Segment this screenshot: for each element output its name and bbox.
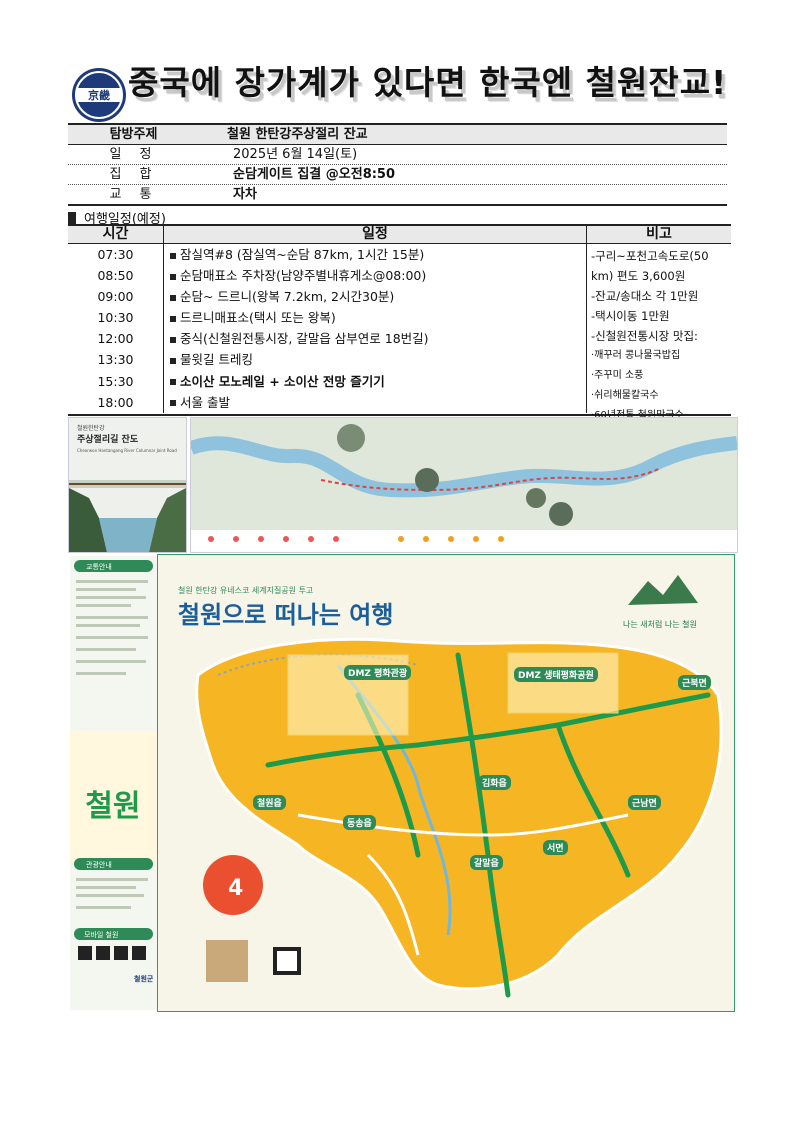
svg-text:철원: 철원: [85, 789, 140, 824]
time-cell: 18:00: [97, 394, 134, 410]
info-row-transport: 교통 자차: [68, 185, 727, 206]
schedule-item: 순담매표소 주차장(남양주별내휴게소@08:00): [164, 265, 586, 286]
bullet-square-icon: [170, 357, 176, 364]
note-line: ·주꾸미 소풍: [591, 370, 644, 381]
schedule-item-text: 드르니매표소(택시 또는 왕복): [180, 310, 336, 326]
info-row-date: 일정 2025년 6월 14일(토): [68, 145, 727, 165]
page-title: 중국에 장가계가 있다면 한국엔 철원잔교!: [128, 63, 728, 102]
schedule-column: 잠실역#8 (잠실역~순담 87km, 1시간 15분) 순담매표소 주차장(남…: [164, 244, 587, 413]
schedule-item-text: 잠실역#8 (잠실역~순담 87km, 1시간 15분): [180, 247, 425, 262]
schedule-header-row: 시간 일정 비고: [68, 226, 731, 244]
note-line: ·깨꾸러 콩나물국밥집: [591, 350, 681, 361]
note-line: km) 편도 3,600원: [591, 269, 686, 283]
map-region-label: 철원읍: [253, 795, 286, 810]
svg-text:4: 4: [228, 876, 243, 901]
svg-text:철원 한탄강 유네스코 세계지질공원 투고: 철원 한탄강 유네스코 세계지질공원 투고: [178, 585, 313, 595]
header-time: 시간: [68, 226, 164, 243]
cliff-illustration-icon: 철원한탄강 주상절리길 잔도 Cheorwon Hantangang River…: [69, 418, 186, 552]
info-row-theme: 탐방주제 철원 한탄강주상절리 잔교: [68, 123, 727, 145]
info-label: 교통: [109, 187, 170, 202]
info-value: 순담게이트 집결 @오전8:50: [233, 167, 396, 182]
info-label: 일정: [109, 147, 170, 162]
time-cell: 09:00: [97, 289, 134, 305]
schedule-body: 07:30 08:50 09:00 10:30 12:00 13:30 15:3…: [68, 244, 731, 421]
svg-text:철원군: 철원군: [134, 974, 154, 983]
bullet-square-icon: [170, 273, 176, 280]
map-region-label: 서면: [543, 840, 568, 855]
schedule-item-text: 중식(신철원전통시장, 갈말읍 삼부연로 18번길): [180, 331, 429, 347]
time-cell: 15:30: [97, 373, 134, 389]
note-line: -구리~포천고속도로(50: [591, 249, 709, 263]
bullet-square-icon: [170, 294, 176, 301]
note-line: -택시이동 1만원: [591, 309, 670, 323]
svg-text:모바일 철원: 모바일 철원: [84, 930, 118, 939]
info-value: 2025년 6월 14일(토): [233, 147, 358, 162]
map-region-label: 동송읍: [343, 815, 376, 830]
schedule-item: 물윗길 트레킹: [164, 349, 586, 370]
info-label: 집합: [109, 167, 170, 182]
map-region-label: 근남면: [628, 795, 661, 810]
schedule-item: 잠실역#8 (잠실역~순담 87km, 1시간 15분): [164, 244, 586, 265]
header-notes: 비고: [646, 226, 672, 242]
schedule-item-text: 소이산 모노레일 + 소이산 전망 즐기기: [180, 373, 385, 389]
note-line: -신철원전통시장 맛집:: [591, 329, 698, 343]
schedule-item-text: 순담매표소 주차장(남양주별내휴게소@08:00): [180, 268, 427, 284]
schedule-item-text: 서울 출발: [180, 394, 230, 410]
info-value: 철원 한탄강주상절리 잔교: [227, 127, 368, 142]
map-region-label: 김화읍: [478, 775, 511, 790]
note-line: -잔교/송대소 각 1만원: [591, 289, 699, 303]
trip-info-table: 탐방주제 철원 한탄강주상절리 잔교 일정 2025년 6월 14일(토) 집합…: [68, 123, 727, 206]
svg-text:관광안내: 관광안내: [86, 860, 112, 869]
cliff-road-route-map: [190, 417, 738, 553]
svg-text:Cheorwon Hantangang River Colu: Cheorwon Hantangang River Columnar Joint…: [77, 448, 177, 453]
svg-text:주상절리길 잔도: 주상절리길 잔도: [77, 433, 139, 445]
map-region-label: 근북면: [678, 675, 711, 690]
svg-text:京畿: 京畿: [88, 88, 110, 102]
schedule-item-text: 순담~ 드르니(왕복 7.2km, 2시간30분): [180, 289, 395, 305]
bullet-square-icon: [170, 336, 176, 343]
svg-text:철원한탄강: 철원한탄강: [77, 424, 105, 432]
cheorwon-region-map-icon: 철원 한탄강 유네스코 세계지질공원 투고 철원으로 떠나는 여행 나는 새처럼…: [158, 555, 734, 1011]
bullet-square-icon: [170, 252, 176, 259]
info-value: 자차: [233, 187, 257, 202]
svg-text:나는 새처럼 나는 철원: 나는 새처럼 나는 철원: [623, 619, 697, 629]
bullet-square-icon: [68, 211, 76, 224]
tourism-guide-strip: 교통안내 철원 관광안내 모바일 철원 철원군: [70, 556, 157, 1010]
schedule-item: 소이산 모노레일 + 소이산 전망 즐기기: [164, 371, 586, 392]
info-label: 탐방주제: [109, 127, 158, 142]
bullet-square-icon: [170, 315, 176, 322]
map-region-label: DMZ 평화관광: [344, 665, 412, 680]
time-cell: 08:50: [97, 268, 134, 284]
notes-column: -구리~포천고속도로(50 km) 편도 3,600원 -잔교/송대소 각 1만…: [587, 244, 731, 421]
info-row-meeting: 집합 순담게이트 집결 @오전8:50: [68, 165, 727, 185]
svg-text:교통안내: 교통안내: [86, 562, 112, 571]
schedule-table: 시간 일정 비고 07:30 08:50 09:00 10:30 12:00 1…: [68, 224, 731, 421]
time-cell: 12:00: [97, 331, 134, 347]
schedule-item: 순담~ 드르니(왕복 7.2km, 2시간30분): [164, 286, 586, 307]
time-cell: 13:30: [97, 352, 134, 368]
schedule-item: 중식(신철원전통시장, 갈말읍 삼부연로 18번길): [164, 328, 586, 349]
bullet-square-icon: [170, 379, 176, 386]
river-route-map-icon: [191, 418, 737, 552]
gyeonggi-logo-icon: 京畿: [72, 68, 126, 122]
schedule-item: 드르니매표소(택시 또는 왕복): [164, 307, 586, 328]
schedule-item: 서울 출발: [164, 392, 586, 413]
map-region-label: DMZ 생태평화공원: [514, 667, 598, 682]
note-line: ·쉬리해물칼국수: [591, 390, 659, 401]
bullet-square-icon: [170, 400, 176, 407]
header-schedule: 일정: [164, 226, 587, 243]
guide-strip-illustration-icon: 교통안내 철원 관광안내 모바일 철원 철원군: [70, 560, 157, 983]
schedule-item-text: 물윗길 트레킹: [180, 352, 253, 368]
map-region-label: 갈말읍: [470, 855, 503, 870]
time-cell: 07:30: [97, 247, 134, 262]
time-cell: 10:30: [97, 310, 134, 326]
svg-text:철원으로 떠나는 여행: 철원으로 떠나는 여행: [178, 600, 393, 629]
cheorwon-tourism-map: 철원 한탄강 유네스코 세계지질공원 투고 철원으로 떠나는 여행 나는 새처럼…: [157, 554, 735, 1012]
time-column: 07:30 08:50 09:00 10:30 12:00 13:30 15:3…: [68, 244, 164, 413]
cliff-road-brochure-cover: 철원한탄강 주상절리길 잔도 Cheorwon Hantangang River…: [68, 417, 187, 553]
